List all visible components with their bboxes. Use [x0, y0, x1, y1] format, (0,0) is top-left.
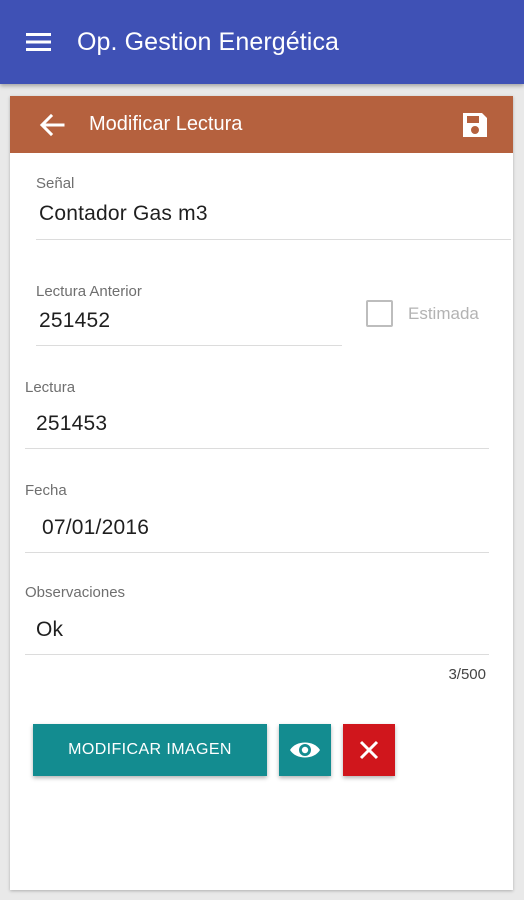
estimada-label: Estimada [408, 303, 479, 323]
lectura-anterior-value[interactable]: 251452 [36, 309, 342, 346]
lectura-label: Lectura [25, 379, 76, 396]
app-bar: Op. Gestion Energética [0, 0, 524, 84]
menu-button[interactable] [21, 24, 57, 60]
back-button[interactable] [32, 105, 72, 145]
arrow-left-icon [39, 113, 65, 136]
lectura-field[interactable]: Lectura 251453 [25, 379, 489, 449]
lectura-anterior-label: Lectura Anterior [36, 283, 142, 300]
save-button[interactable] [457, 108, 493, 142]
observaciones-label: Observaciones [25, 584, 126, 601]
fecha-field[interactable]: Fecha 07/01/2016 [25, 482, 489, 553]
estimada-checkbox[interactable] [366, 300, 393, 327]
menu-icon [26, 33, 51, 51]
senal-label: Señal [36, 175, 75, 192]
senal-value[interactable]: Contador Gas m3 [36, 202, 511, 240]
form-card: Modificar Lectura Señal Contador Gas m3 … [10, 96, 513, 890]
modify-image-button[interactable]: MODIFICAR IMAGEN [33, 724, 267, 776]
character-counter: 3/500 [448, 666, 486, 683]
delete-image-button[interactable] [343, 724, 395, 776]
app-title: Op. Gestion Energética [77, 27, 340, 56]
observaciones-input[interactable]: Ok [25, 618, 489, 655]
observaciones-field[interactable]: Observaciones Ok [25, 584, 489, 655]
save-icon [463, 113, 487, 137]
form-header: Modificar Lectura [10, 96, 513, 153]
estimada-checkbox-group[interactable]: Estimada [366, 300, 479, 327]
form-title: Modificar Lectura [89, 113, 243, 135]
view-image-button[interactable] [279, 724, 331, 776]
fecha-label: Fecha [25, 482, 67, 499]
lectura-anterior-field[interactable]: Lectura Anterior 251452 [36, 283, 342, 346]
close-icon [359, 740, 379, 760]
senal-field[interactable]: Señal Contador Gas m3 [36, 175, 511, 240]
lectura-input[interactable]: 251453 [25, 412, 489, 449]
fecha-input[interactable]: 07/01/2016 [25, 516, 489, 553]
eye-icon [290, 742, 320, 758]
